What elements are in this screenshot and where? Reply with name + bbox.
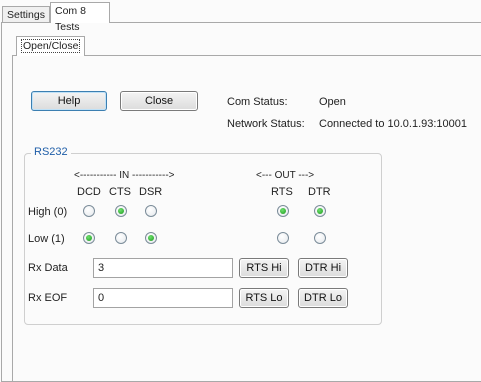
- radio-dcd-low[interactable]: [83, 232, 95, 244]
- radio-dtr-high[interactable]: [314, 205, 326, 217]
- radio-dtr-low[interactable]: [314, 232, 326, 244]
- dtr-lo-button[interactable]: DTR Lo: [298, 288, 348, 308]
- close-button[interactable]: Close: [120, 91, 198, 111]
- com-status-value: Open: [319, 96, 346, 108]
- help-button[interactable]: Help: [31, 91, 107, 111]
- col-rts: RTS: [271, 186, 293, 198]
- col-cts: CTS: [109, 186, 131, 198]
- rx-eof-field[interactable]: 0: [93, 288, 233, 308]
- tab-settings[interactable]: Settings: [2, 6, 50, 22]
- row-label-high: High (0): [28, 206, 68, 218]
- radio-rts-low[interactable]: [277, 232, 289, 244]
- dtr-hi-button[interactable]: DTR Hi: [298, 258, 348, 278]
- outer-tab-strip: Settings Com 8 Tests: [0, 0, 481, 33]
- col-dtr: DTR: [308, 186, 331, 198]
- row-label-low: Low (1): [28, 233, 65, 245]
- tab-open-close-label: Open/Close: [21, 39, 81, 53]
- rts-lo-button[interactable]: RTS Lo: [239, 288, 289, 308]
- rx-eof-label: Rx EOF: [28, 292, 68, 304]
- col-dcd: DCD: [77, 186, 101, 198]
- com-status-label: Com Status:: [227, 96, 288, 108]
- radio-dsr-low[interactable]: [145, 232, 157, 244]
- col-dsr: DSR: [139, 186, 163, 198]
- rs232-group-title: RS232: [31, 146, 71, 158]
- out-header: <--- OUT --->: [256, 170, 315, 181]
- radio-rts-high[interactable]: [277, 205, 289, 217]
- tab-com8-tests[interactable]: Com 8 Tests: [50, 2, 110, 33]
- rx-data-field[interactable]: 3: [93, 258, 233, 278]
- network-status-label: Network Status:: [227, 118, 305, 130]
- radio-cts-low[interactable]: [115, 232, 127, 244]
- radio-dcd-high[interactable]: [83, 205, 95, 217]
- network-status-value: Connected to 10.0.1.93:10001: [319, 118, 468, 130]
- rx-data-label: Rx Data: [28, 262, 68, 274]
- rts-hi-button[interactable]: RTS Hi: [239, 258, 289, 278]
- radio-cts-high[interactable]: [115, 205, 127, 217]
- radio-dsr-high[interactable]: [145, 205, 157, 217]
- tab-open-close[interactable]: Open/Close: [16, 36, 86, 56]
- in-header: <----------- IN ----------->: [74, 170, 175, 181]
